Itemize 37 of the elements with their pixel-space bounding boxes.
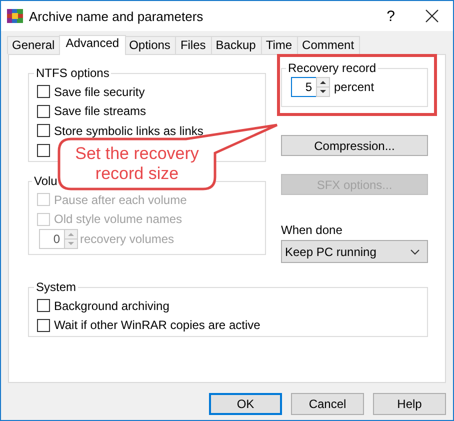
close-icon[interactable] — [425, 9, 439, 23]
dialog-button[interactable]: Cancel — [291, 393, 364, 415]
field-label: When done — [281, 223, 344, 237]
tab[interactable]: General — [7, 36, 61, 54]
checkbox[interactable] — [37, 85, 50, 98]
dropdown[interactable]: Keep PC running — [281, 240, 428, 263]
group-title: System — [35, 280, 78, 294]
checkbox-label: Store symbolic links as links — [54, 124, 204, 138]
tab[interactable]: Comment — [297, 36, 360, 54]
unit-label: recovery volumes — [80, 232, 174, 246]
checkbox-label: Background archiving — [54, 298, 170, 313]
checkbox-label: Old style volume names — [54, 212, 182, 226]
tab[interactable]: Options — [124, 36, 176, 54]
tab[interactable]: Backup — [210, 36, 262, 54]
checkbox-label: Save file security — [54, 84, 145, 99]
callout-text: Set the recovery record size — [74, 144, 200, 184]
tab[interactable]: Advanced — [58, 35, 126, 55]
checkbox[interactable] — [37, 124, 50, 138]
spinner-icon[interactable] — [316, 76, 330, 97]
group-title: Volu — [33, 174, 58, 188]
checkbox[interactable] — [37, 299, 50, 312]
window-title: Archive name and parameters — [29, 8, 204, 24]
group-title: Recovery record — [287, 61, 378, 75]
app-icon — [7, 8, 23, 24]
checkbox-label: Save file streams — [54, 104, 146, 118]
dialog-button[interactable]: OK — [209, 393, 282, 415]
checkbox[interactable] — [37, 318, 50, 332]
checkbox[interactable] — [37, 104, 50, 118]
group-title: NTFS options — [35, 66, 110, 80]
help-button[interactable]: ? — [386, 8, 395, 24]
checkbox-label: Pause after each volume — [54, 192, 187, 207]
unit-label: percent — [334, 80, 374, 94]
chevron-down-icon — [410, 248, 420, 254]
dialog-button[interactable]: Help — [373, 393, 446, 415]
checkbox[interactable] — [37, 144, 50, 157]
dialog-button[interactable]: Compression... — [281, 135, 428, 156]
checkbox-label: Wait if other WinRAR copies are active — [54, 318, 260, 332]
